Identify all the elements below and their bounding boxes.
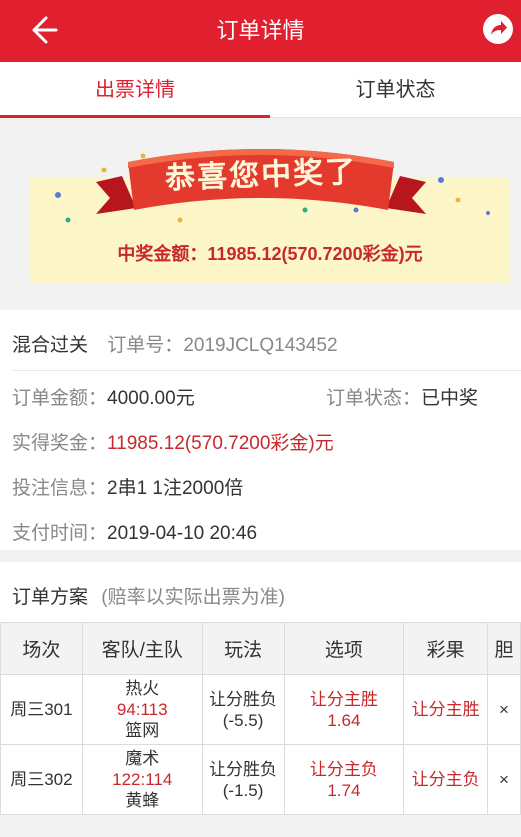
prize-value: 11985.12(570.7200彩金)元 <box>207 244 423 264</box>
plan-note: (赔率以实际出票为准) <box>101 587 285 608</box>
away-team: 魔术 <box>125 749 160 768</box>
play-cell: 让分胜负 (-1.5) <box>201 744 285 815</box>
tab-bar: 出票详情 订单状态 <box>0 62 521 118</box>
away-team: 热火 <box>125 679 160 698</box>
divider <box>12 370 521 371</box>
bet-info-row: 投注信息：2串1 1注2000倍 <box>12 473 243 500</box>
teams-cell: 魔术 122:114 黄蜂 <box>81 744 203 815</box>
score: 122:114 <box>112 770 173 789</box>
column-header: 玩法 <box>201 622 285 675</box>
score: 94:113 <box>116 700 168 719</box>
pay-time-label: 支付时间： <box>12 523 108 544</box>
option: 让分主胜 <box>309 689 378 709</box>
bonus-value: 11985.12(570.7200彩金)元 <box>107 433 334 454</box>
column-header: 彩果 <box>403 622 488 675</box>
order-no: 2019JCLQ143452 <box>183 335 338 356</box>
play-cell: 让分胜负 (-5.5) <box>201 674 285 745</box>
prize-amount: 中奖金额：11985.12(570.7200彩金)元 <box>30 240 510 266</box>
bonus-label: 实得奖金： <box>12 433 108 454</box>
option: 让分主负 <box>309 759 378 779</box>
result-cell: 让分主负 <box>403 744 488 815</box>
match-cell: 周三301 <box>0 674 83 745</box>
column-header: 场次 <box>0 622 83 675</box>
bet-label: 投注信息： <box>12 478 108 499</box>
bonus-row: 实得奖金：11985.12(570.7200彩金)元 <box>12 428 334 455</box>
tab-order-status-label: 订单状态 <box>355 79 436 101</box>
status-value: 已中奖 <box>421 388 479 409</box>
table-header-row: 场次 客队/主队 玩法 选项 彩果 胆 <box>0 622 521 675</box>
order-status-row: 订单状态：已中奖 <box>326 383 478 410</box>
column-header: 胆 <box>487 622 521 675</box>
tab-ticket-details-label: 出票详情 <box>95 79 175 101</box>
column-header: 选项 <box>283 622 405 675</box>
teams-cell: 热火 94:113 篮网 <box>81 674 203 745</box>
play-type: 混合过关 <box>12 335 89 356</box>
status-label: 订单状态： <box>326 388 422 409</box>
order-amount-row: 订单金额：4000.00元 <box>12 383 195 410</box>
plan-title-row: 订单方案 (赔率以实际出票为准) <box>12 582 285 609</box>
table-row: 周三302 魔术 122:114 黄蜂 让分胜负 (-1.5) 让分主负 1.7… <box>0 744 521 815</box>
winning-headline: 恭喜您中奖了 <box>164 155 358 196</box>
table-row: 周三301 热火 94:113 篮网 让分胜负 (-5.5) 让分主胜 1.64… <box>0 674 521 745</box>
home-team: 黄蜂 <box>125 791 160 810</box>
share-icon[interactable] <box>483 14 513 44</box>
top-bar: 订单详情 <box>0 0 521 62</box>
pay-time-value: 2019-04-10 20:46 <box>107 523 258 544</box>
amount-label: 订单金额： <box>12 388 108 409</box>
order-no-label: 订单号： <box>107 335 184 356</box>
order-title-row: 混合过关 订单号：2019JCLQ143452 <box>12 330 338 357</box>
plan-title: 订单方案 <box>12 587 89 608</box>
amount-value: 4000.00元 <box>107 388 195 409</box>
tab-order-status[interactable]: 订单状态 <box>270 62 521 118</box>
column-header: 客队/主队 <box>81 622 203 675</box>
plan-table: 场次 客队/主队 玩法 选项 彩果 胆 周三301 热火 94:113 篮网 让… <box>0 622 521 815</box>
pay-time-row: 支付时间：2019-04-10 20:46 <box>12 518 257 545</box>
odds: 1.74 <box>327 780 361 800</box>
handicap: (-5.5) <box>222 710 264 730</box>
banker-cell: × <box>487 744 521 815</box>
option-cell: 让分主负 1.74 <box>283 744 405 815</box>
prize-label: 中奖金额： <box>117 244 208 264</box>
play-type: 让分胜负 <box>209 689 278 709</box>
bet-value: 2串1 1注2000倍 <box>107 478 244 499</box>
match-cell: 周三302 <box>0 744 83 815</box>
handicap: (-1.5) <box>222 780 264 800</box>
result-cell: 让分主胜 <box>403 674 488 745</box>
play-type: 让分胜负 <box>209 759 278 779</box>
home-team: 篮网 <box>125 721 160 740</box>
page-title: 订单详情 <box>216 18 305 43</box>
odds: 1.64 <box>327 710 361 730</box>
option-cell: 让分主胜 1.64 <box>283 674 405 745</box>
tab-ticket-details[interactable]: 出票详情 <box>0 62 270 118</box>
banker-cell: × <box>487 674 521 745</box>
winning-ribbon-graphic <box>55 149 490 223</box>
